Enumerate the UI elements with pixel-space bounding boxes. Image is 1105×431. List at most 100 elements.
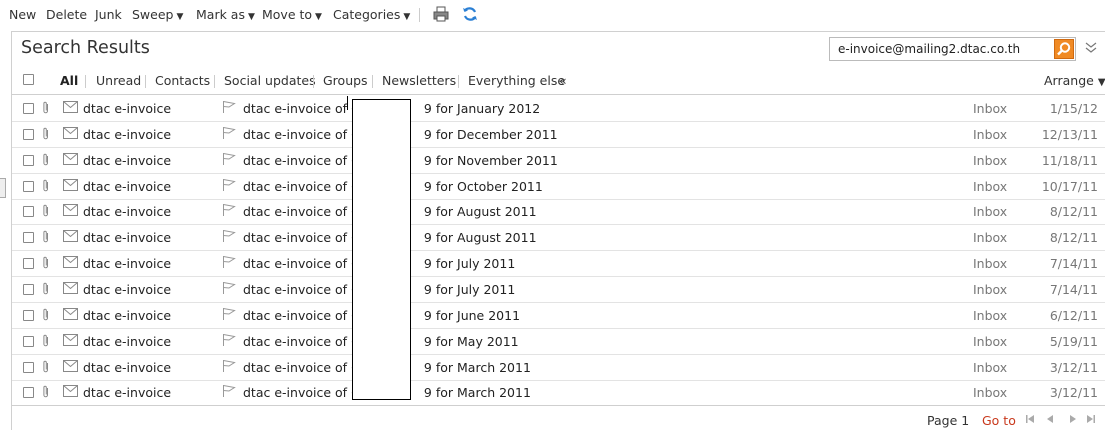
printer-icon[interactable] bbox=[432, 5, 450, 23]
last-page-icon[interactable] bbox=[1085, 413, 1097, 425]
message-row[interactable]: dtac e-invoice dtac e-invoice of 66 9 for … bbox=[12, 147, 1105, 174]
message-row[interactable]: dtac e-invoice dtac e-invoice of 66 9 for … bbox=[12, 224, 1105, 252]
subject-suffix: 9 for June 2011 bbox=[423, 307, 521, 323]
filter-all[interactable]: All bbox=[60, 73, 78, 88]
message-folder: Inbox bbox=[973, 256, 1008, 272]
message-date: 11/18/11 bbox=[1041, 152, 1098, 168]
filter-everything-else[interactable]: Everything else bbox=[468, 73, 565, 88]
first-page-icon[interactable] bbox=[1024, 413, 1036, 425]
subject-prefix: dtac e-invoice of 66 bbox=[243, 178, 367, 194]
move-to-menu[interactable]: Move to ▼ bbox=[262, 7, 322, 22]
attachment-icon bbox=[43, 386, 48, 398]
sweep-menu[interactable]: Sweep ▼ bbox=[132, 7, 183, 22]
flag-icon[interactable] bbox=[222, 307, 236, 321]
filter-newsletters[interactable]: Newsletters bbox=[382, 73, 456, 88]
double-chevron-down-icon[interactable] bbox=[1085, 41, 1097, 55]
flag-icon[interactable] bbox=[222, 178, 236, 192]
previous-page-icon[interactable] bbox=[1044, 413, 1056, 425]
subject-suffix: 9 for March 2011 bbox=[423, 359, 531, 375]
message-row[interactable]: dtac e-invoice dtac e-invoice of 66 9 for … bbox=[12, 354, 1105, 381]
search-box bbox=[829, 37, 1076, 61]
flag-icon[interactable] bbox=[222, 152, 236, 166]
junk-button[interactable]: Junk bbox=[95, 7, 122, 22]
envelope-icon bbox=[63, 178, 78, 191]
row-checkbox[interactable] bbox=[23, 361, 34, 373]
message-row[interactable]: dtac e-invoice dtac e-invoice of 66 9 for … bbox=[12, 328, 1105, 355]
row-checkbox[interactable] bbox=[23, 206, 34, 218]
row-checkbox[interactable] bbox=[23, 128, 34, 140]
row-checkbox[interactable] bbox=[23, 232, 34, 244]
message-row[interactable]: dtac e-invoice dtac e-invoice of 66 9 for … bbox=[12, 173, 1105, 200]
filter-contacts[interactable]: Contacts bbox=[155, 73, 210, 88]
message-date: 8/12/11 bbox=[1049, 204, 1098, 220]
message-date: 5/19/11 bbox=[1049, 333, 1098, 349]
message-sender: dtac e-invoice bbox=[83, 204, 172, 220]
message-row[interactable]: dtac e-invoice dtac e-invoice of 66 9 for … bbox=[12, 276, 1105, 303]
categories-menu[interactable]: Categories ▼ bbox=[333, 7, 410, 22]
subject-prefix: dtac e-invoice of 66 bbox=[243, 101, 367, 116]
message-sender: dtac e-invoice bbox=[83, 178, 172, 194]
message-list-panel: Search Results All Unread Contacts Socia… bbox=[11, 31, 1105, 430]
collapse-filters-icon[interactable]: « bbox=[559, 73, 567, 88]
subject-suffix: 9 for October 2011 bbox=[423, 178, 543, 194]
message-row[interactable]: dtac e-invoice dtac e-invoice of 66 9 for … bbox=[12, 250, 1105, 278]
pane-resize-handle[interactable] bbox=[0, 178, 6, 198]
arrange-menu[interactable]: Arrange ▼ bbox=[1044, 73, 1105, 88]
filter-divider bbox=[372, 75, 373, 88]
row-checkbox[interactable] bbox=[23, 258, 34, 270]
subject-prefix: dtac e-invoice of 66 bbox=[243, 281, 367, 297]
filter-social-updates[interactable]: Social updates bbox=[224, 73, 316, 88]
envelope-icon bbox=[63, 281, 78, 294]
subject-prefix: dtac e-invoice of 66 bbox=[243, 385, 367, 401]
select-all-checkbox[interactable] bbox=[23, 74, 34, 85]
command-toolbar: New Delete Junk Sweep ▼ Mark as ▼ Move to ▼… bbox=[0, 0, 1105, 30]
categories-label: Categories bbox=[333, 7, 401, 22]
new-button[interactable]: New bbox=[9, 7, 36, 22]
message-folder: Inbox bbox=[973, 178, 1008, 194]
chevron-down-icon: ▼ bbox=[176, 12, 184, 22]
flag-icon[interactable] bbox=[222, 229, 236, 243]
flag-icon[interactable] bbox=[222, 333, 236, 347]
subject-suffix: 9 for January 2012 bbox=[423, 101, 541, 116]
chevron-down-icon: ▼ bbox=[247, 12, 255, 22]
row-checkbox[interactable] bbox=[23, 283, 34, 295]
row-checkbox[interactable] bbox=[23, 387, 34, 399]
row-checkbox[interactable] bbox=[23, 154, 34, 166]
flag-icon[interactable] bbox=[222, 359, 236, 373]
delete-button[interactable]: Delete bbox=[46, 7, 87, 22]
message-sender: dtac e-invoice bbox=[83, 307, 172, 323]
filter-unread[interactable]: Unread bbox=[96, 73, 141, 88]
mark-as-menu[interactable]: Mark as ▼ bbox=[196, 7, 255, 22]
row-checkbox[interactable] bbox=[23, 103, 34, 114]
subject-suffix: 9 for August 2011 bbox=[423, 204, 537, 220]
message-row[interactable]: dtac e-invoice dtac e-invoice of 66 9 for … bbox=[12, 121, 1105, 148]
message-date: 7/14/11 bbox=[1049, 256, 1098, 272]
subject-prefix: dtac e-invoice of 66 bbox=[243, 126, 367, 142]
subject-prefix: dtac e-invoice of 66 bbox=[243, 204, 367, 220]
row-checkbox[interactable] bbox=[23, 180, 34, 192]
message-folder: Inbox bbox=[973, 101, 1008, 116]
envelope-icon bbox=[63, 230, 78, 243]
flag-icon[interactable] bbox=[222, 281, 236, 295]
attachment-icon bbox=[43, 334, 48, 346]
flag-icon[interactable] bbox=[222, 255, 236, 269]
subject-suffix: 9 for July 2011 bbox=[423, 256, 516, 272]
flag-icon[interactable] bbox=[222, 100, 236, 114]
filter-groups[interactable]: Groups bbox=[323, 73, 368, 88]
flag-icon[interactable] bbox=[222, 384, 236, 398]
search-input[interactable] bbox=[830, 38, 1056, 60]
message-sender: dtac e-invoice bbox=[83, 333, 172, 349]
message-row[interactable]: dtac e-invoice dtac e-invoice of 66 9 for … bbox=[12, 302, 1105, 329]
flag-icon[interactable] bbox=[222, 203, 236, 217]
next-page-icon[interactable] bbox=[1067, 413, 1079, 425]
row-checkbox[interactable] bbox=[23, 335, 34, 347]
search-button[interactable] bbox=[1054, 39, 1074, 59]
message-folder: Inbox bbox=[973, 152, 1008, 168]
message-row[interactable]: dtac e-invoice dtac e-invoice of 66 9 for … bbox=[12, 379, 1105, 407]
refresh-icon[interactable] bbox=[461, 5, 479, 23]
message-row[interactable]: dtac e-invoice dtac e-invoice of 66 9 for … bbox=[12, 95, 1105, 122]
message-row[interactable]: dtac e-invoice dtac e-invoice of 66 9 for … bbox=[12, 198, 1105, 226]
row-checkbox[interactable] bbox=[23, 309, 34, 321]
go-to-link[interactable]: Go to bbox=[982, 413, 1016, 428]
flag-icon[interactable] bbox=[222, 126, 236, 140]
